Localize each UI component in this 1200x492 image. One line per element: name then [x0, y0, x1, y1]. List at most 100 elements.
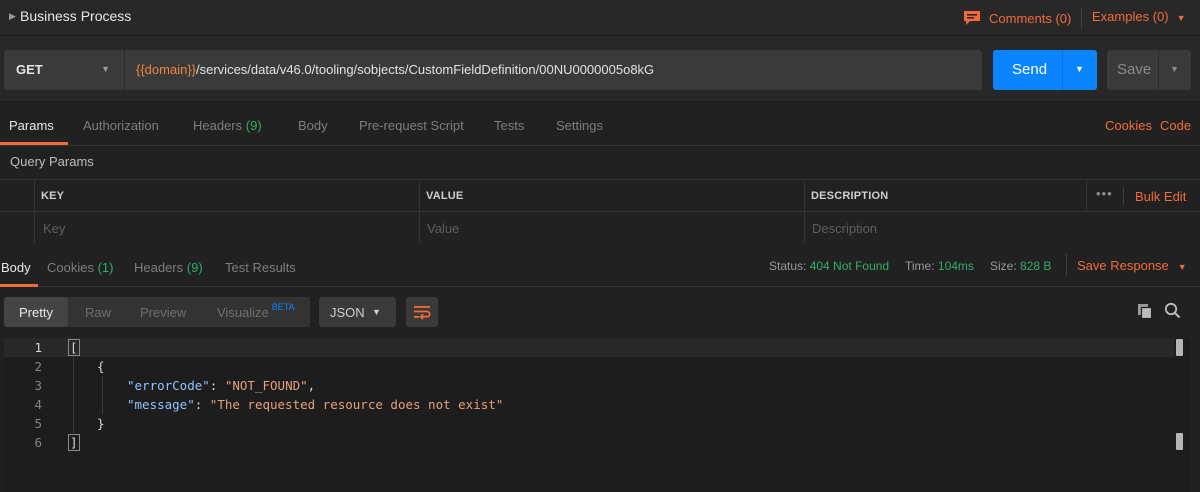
tab-settings[interactable]: Settings: [556, 118, 603, 133]
status-label: Status:: [769, 259, 807, 273]
time-indicator[interactable]: Time: 104ms: [905, 259, 974, 273]
mode-pretty[interactable]: Pretty: [19, 305, 53, 320]
query-params-table: KEY VALUE DESCRIPTION ••• Bulk Edit Key …: [0, 179, 1200, 244]
column-header-key: KEY: [41, 190, 65, 202]
chevron-down-icon[interactable]: ▼: [1170, 64, 1179, 74]
more-options-icon[interactable]: •••: [1096, 186, 1113, 201]
json-key: "errorCode": [127, 378, 210, 393]
json-key: "message": [127, 397, 195, 412]
cookies-link[interactable]: Cookies: [1105, 118, 1152, 133]
line-number: 5: [34, 416, 42, 431]
tab-response-headers[interactable]: Headers (9): [134, 260, 203, 275]
examples-label: Examples (0): [1092, 9, 1169, 24]
caret-right-icon[interactable]: ▶: [9, 11, 16, 22]
column-header-value: VALUE: [426, 190, 464, 202]
code-line: 4 "message": "The requested resource doe…: [4, 395, 1174, 414]
comment-icon: [964, 11, 980, 25]
mode-visualize[interactable]: Visualize BETA: [217, 302, 295, 320]
chevron-down-icon[interactable]: ▼: [1075, 64, 1084, 74]
tab-response-cookies[interactable]: Cookies (1): [47, 260, 113, 275]
status-indicator[interactable]: Status: 404 Not Found: [769, 259, 889, 273]
value-input[interactable]: Value: [420, 212, 805, 243]
tab-count: (9): [186, 260, 203, 275]
indent-guide: [73, 357, 74, 433]
mode-raw[interactable]: Raw: [85, 305, 111, 320]
code-text: }: [97, 416, 105, 431]
divider: [1062, 50, 1063, 90]
wrap-lines-button[interactable]: [406, 297, 438, 327]
description-placeholder: Description: [812, 221, 878, 236]
save-button[interactable]: Save ▼: [1107, 50, 1191, 90]
tab-label: Pre-request Script: [359, 118, 464, 133]
tab-tests[interactable]: Tests: [494, 118, 524, 133]
size-indicator[interactable]: Size: 828 B: [990, 259, 1051, 273]
request-tabs: Params Authorization Headers (9) Body Pr…: [0, 102, 1200, 146]
comments-button[interactable]: Comments (0): [963, 7, 1071, 29]
description-input[interactable]: Description: [805, 212, 1200, 243]
close-brace: }: [97, 416, 105, 431]
examples-button[interactable]: Examples (0) ▼: [1092, 9, 1186, 24]
tab-label: Headers: [193, 118, 243, 133]
format-select[interactable]: JSON ▼: [319, 297, 396, 327]
close-bracket: ]: [68, 434, 80, 451]
tab-count: (9): [245, 118, 262, 133]
divider: [1081, 7, 1082, 29]
status-value: 404 Not Found: [809, 259, 890, 273]
key-placeholder: Key: [43, 221, 66, 236]
code-text: {: [97, 359, 105, 374]
size-value: 828 B: [1020, 259, 1052, 273]
tab-pre-request-script[interactable]: Pre-request Script: [359, 118, 464, 133]
tab-label: Authorization: [83, 118, 159, 133]
request-title-bar: ▶ Business Process Comments (0) Examples…: [0, 0, 1200, 36]
url-input[interactable]: {{domain}}/services/data/v46.0/tooling/s…: [124, 50, 982, 90]
divider: [1066, 254, 1067, 276]
tab-authorization[interactable]: Authorization: [83, 118, 159, 133]
tab-label: Test Results: [225, 260, 296, 275]
comments-label: Comments (0): [989, 10, 1072, 26]
tab-count: (1): [97, 260, 114, 275]
response-tabs: Body Cookies (1) Headers (9) Test Result…: [0, 243, 1200, 287]
tab-headers[interactable]: Headers (9): [193, 118, 262, 133]
bulk-edit-link[interactable]: Bulk Edit: [1135, 189, 1186, 204]
code-text: "message": "The requested resource does …: [127, 397, 504, 412]
tab-label: Settings: [556, 118, 603, 133]
tab-label: Headers: [134, 260, 184, 275]
active-tab-indicator: [0, 142, 68, 145]
row-checkbox-column: [0, 180, 35, 211]
tab-params[interactable]: Params: [9, 118, 54, 133]
column-header-description: DESCRIPTION: [811, 190, 889, 202]
response-body-editor[interactable]: 1 [ 2 { 3 "errorCode": "NOT_FOUND", 4 "m…: [4, 338, 1190, 492]
copy-icon[interactable]: [1137, 303, 1153, 319]
tab-body[interactable]: Body: [298, 118, 328, 133]
tab-label: Params: [9, 118, 54, 133]
response-view-bar: Pretty Raw Preview Visualize BETA JSON ▼: [0, 287, 1200, 338]
send-button[interactable]: Send ▼: [993, 50, 1097, 90]
row-checkbox: [0, 212, 35, 243]
request-title[interactable]: Business Process: [20, 8, 131, 24]
json-string: "NOT_FOUND": [224, 378, 308, 393]
value-placeholder: Value: [427, 221, 460, 236]
search-icon[interactable]: [1164, 302, 1181, 319]
tab-label: Cookies: [47, 260, 94, 275]
scrollbar-marker[interactable]: [1176, 433, 1183, 450]
method-select[interactable]: GET ▼: [4, 50, 124, 90]
time-label: Time:: [905, 259, 935, 273]
code-link[interactable]: Code: [1160, 118, 1191, 133]
tab-label: Body: [298, 118, 328, 133]
scrollbar-marker[interactable]: [1176, 339, 1183, 356]
mode-preview[interactable]: Preview: [140, 305, 186, 320]
url-bar: GET ▼ {{domain}}/services/data/v46.0/too…: [0, 36, 1200, 102]
code-text: "errorCode": "NOT_FOUND",: [127, 378, 316, 393]
tab-label: Tests: [494, 118, 525, 133]
line-number: 6: [34, 435, 42, 450]
mode-visualize-label: Visualize: [217, 305, 269, 320]
save-response-button[interactable]: Save Response ▼: [1077, 258, 1187, 273]
key-input[interactable]: Key: [35, 212, 420, 243]
open-brace: {: [97, 359, 105, 374]
code-text: ]: [68, 434, 80, 451]
tab-response-body[interactable]: Body: [1, 260, 31, 275]
json-string: "The requested resource does not exist": [209, 397, 504, 412]
method-label: GET: [16, 62, 43, 77]
tab-test-results[interactable]: Test Results: [225, 260, 296, 275]
tab-label: Body: [1, 260, 31, 275]
